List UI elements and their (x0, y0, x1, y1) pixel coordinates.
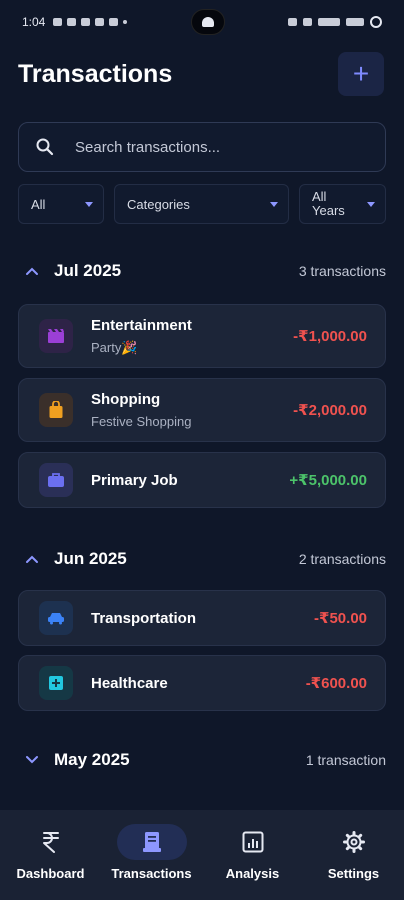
transaction-note: Festive Shopping (91, 414, 192, 429)
chevron-up-icon (26, 267, 38, 275)
transaction-category: Transportation (91, 609, 197, 627)
search-input[interactable] (75, 138, 369, 156)
status-time: 1:04 (22, 15, 46, 29)
dropdown-caret-icon (270, 201, 278, 207)
nav-label: Dashboard (16, 865, 85, 881)
nav-transactions[interactable]: Transactions (107, 823, 197, 881)
nav-label: Transactions (111, 865, 192, 881)
nav-dashboard[interactable]: Dashboard (6, 824, 96, 881)
nav-settings[interactable]: Settings (309, 824, 399, 881)
transaction-amount: -₹1,000.00 (293, 328, 367, 345)
transaction-category: Shopping (91, 391, 161, 408)
briefcase-icon (39, 463, 73, 497)
rupee-icon (42, 831, 59, 853)
wifi-icon (317, 18, 340, 26)
month-title: Jul 2025 (54, 261, 122, 280)
status-bar: 1:04 (0, 0, 404, 44)
medical-icon (39, 666, 73, 700)
dropdown-caret-icon (85, 201, 93, 207)
month-title: Jun 2025 (54, 549, 127, 568)
vibrate-icon (302, 18, 312, 26)
signal-icon (345, 18, 364, 26)
chevron-down-icon (26, 756, 38, 764)
header: Transactions + (0, 44, 404, 104)
year-filter-value: All Years (312, 189, 345, 218)
chevron-up-icon (26, 555, 38, 563)
transaction-card[interactable]: Healthcare -₹600.00 (18, 655, 386, 711)
type-filter-value: All (31, 196, 46, 212)
nav-label: Settings (327, 865, 380, 881)
transaction-amount: -₹600.00 (305, 675, 367, 692)
chart-icon (242, 831, 263, 852)
year-filter-dropdown[interactable]: All Years (299, 184, 386, 224)
transaction-card[interactable]: Primary Job +₹5,000.00 (18, 452, 386, 508)
transaction-amount: -₹50.00 (314, 610, 367, 627)
category-filter-dropdown[interactable]: Categories (114, 184, 289, 224)
transaction-amount: -₹2,000.00 (293, 402, 367, 419)
transaction-category: Primary Job (91, 471, 178, 489)
page-title: Transactions (18, 59, 173, 88)
battery-icon (369, 16, 382, 28)
add-transaction-button[interactable]: + (338, 52, 384, 96)
alarm-icon (287, 18, 297, 26)
transaction-count: 2 transactions (298, 551, 386, 567)
plus-icon: + (352, 58, 370, 89)
camera-notch-icon (190, 9, 225, 35)
car-icon (39, 601, 73, 635)
notification-icons (53, 18, 128, 26)
type-filter-dropdown[interactable]: All (18, 184, 104, 224)
movie-icon (39, 319, 73, 353)
month-group-header[interactable]: Jul 2025 3 transactions (0, 256, 404, 286)
transaction-category: Entertainment (91, 316, 192, 334)
category-filter-value: Categories (127, 196, 190, 212)
gear-icon (342, 830, 365, 853)
dropdown-caret-icon (367, 201, 375, 207)
receipt-icon (142, 831, 161, 852)
transaction-card[interactable]: Entertainment Party🎉 -₹1,000.00 (18, 304, 386, 368)
filter-row: All Categories All Years (18, 184, 386, 224)
transaction-category: Healthcare (91, 674, 168, 692)
transaction-count: 1 transaction (305, 752, 386, 768)
transaction-card[interactable]: Transportation -₹50.00 (18, 590, 386, 646)
bottom-navigation: Dashboard Transactions Analysis Settings (0, 810, 404, 900)
shopping-bag-icon (39, 393, 73, 427)
search-bar[interactable] (18, 122, 386, 172)
nav-label: Analysis (225, 865, 280, 881)
transaction-count: 3 transactions (298, 263, 386, 279)
search-icon (36, 138, 54, 156)
month-group-header[interactable]: Jun 2025 2 transactions (0, 544, 404, 574)
transaction-card[interactable]: Shopping Festive Shopping -₹2,000.00 (18, 378, 386, 442)
transaction-amount: +₹5,000.00 (289, 472, 367, 489)
system-icons (287, 16, 382, 28)
month-title: May 2025 (54, 750, 130, 769)
transaction-note: Party🎉 (91, 339, 138, 355)
month-group-header[interactable]: May 2025 1 transaction (0, 745, 404, 775)
nav-analysis[interactable]: Analysis (208, 824, 298, 881)
